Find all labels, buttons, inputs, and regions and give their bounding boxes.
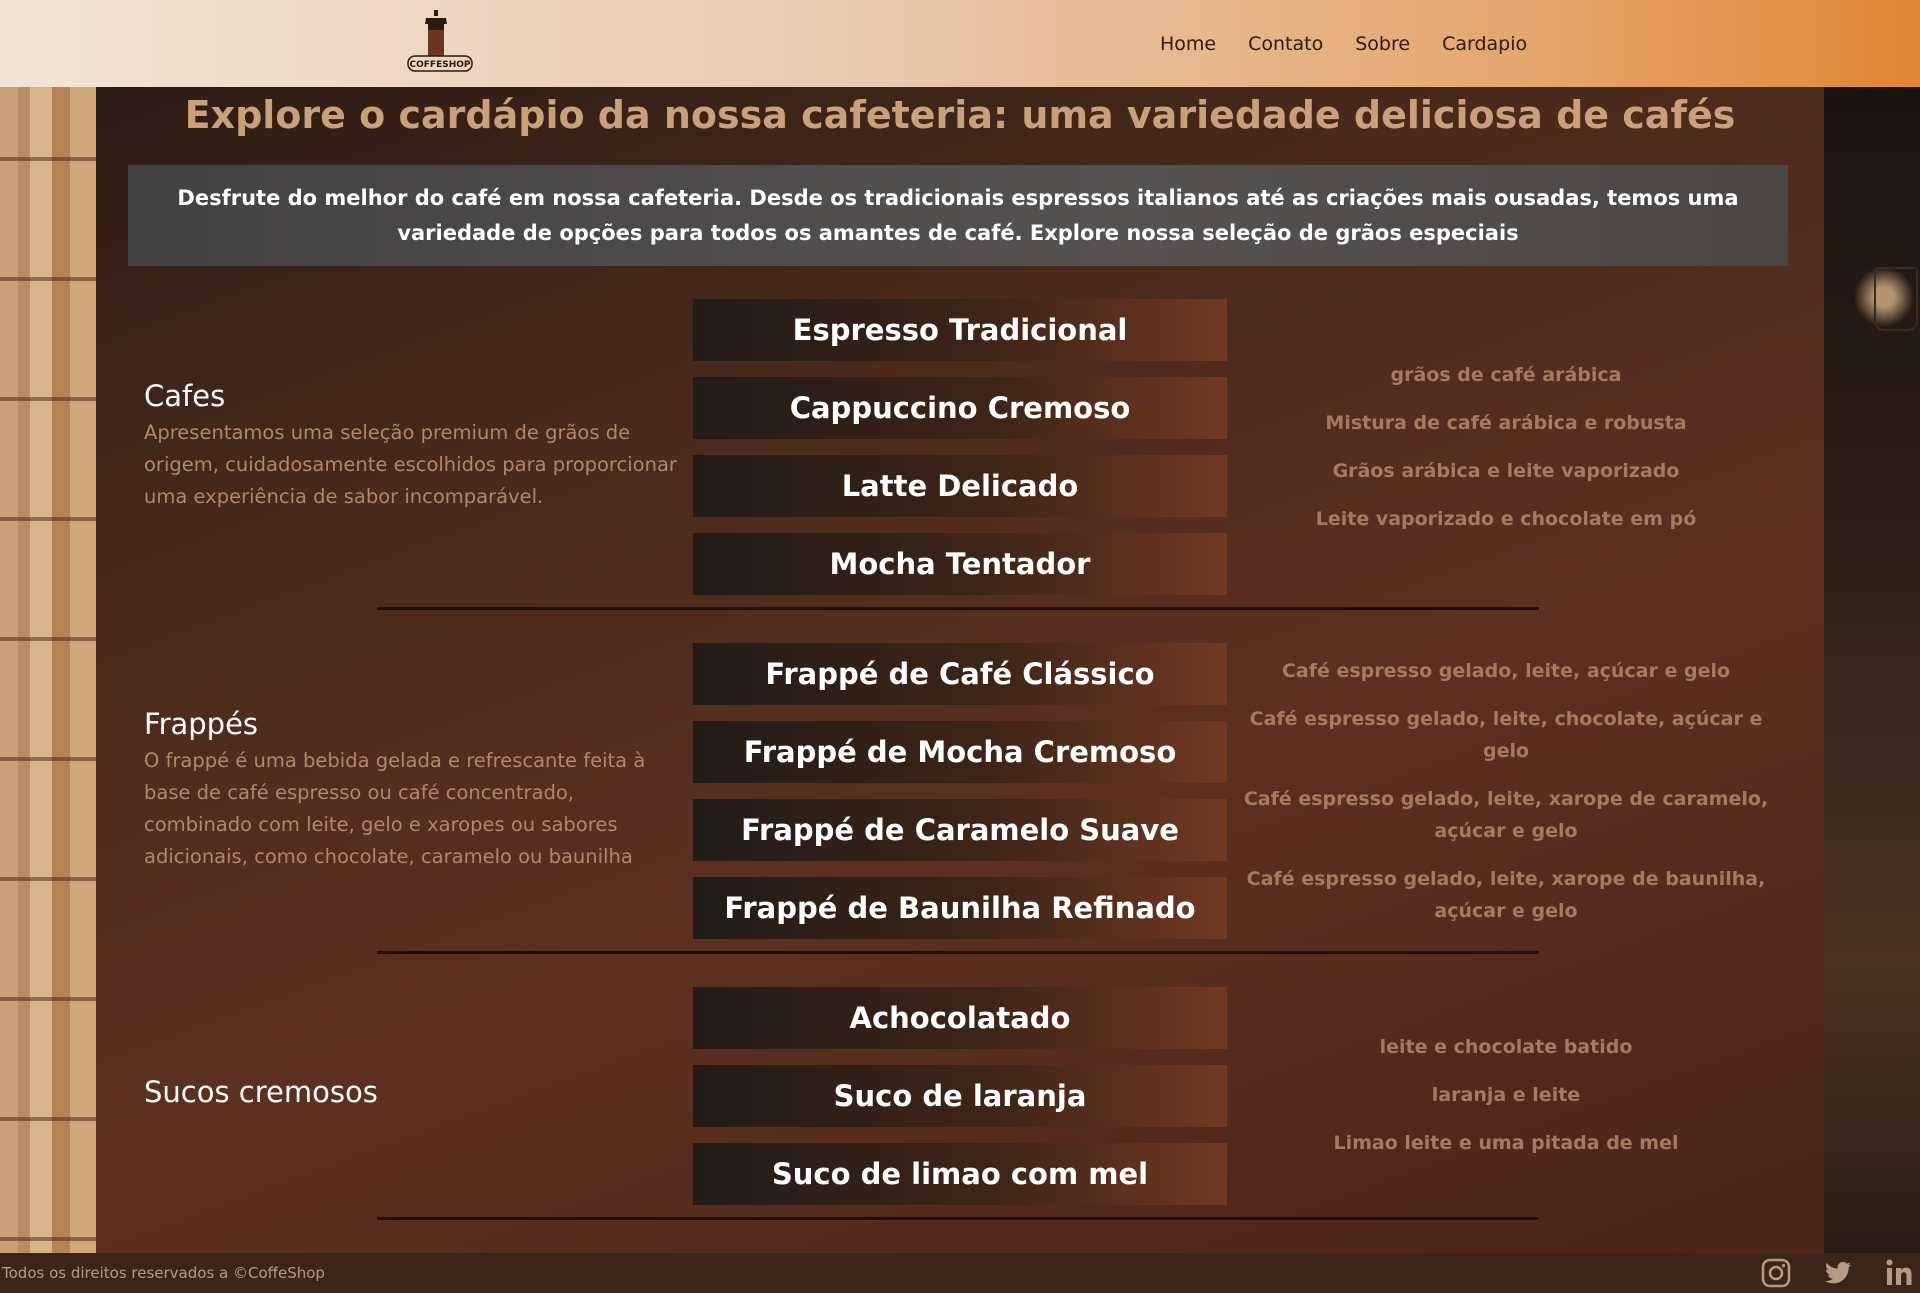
item-ingredients: grãos de café arábica <box>1390 364 1622 386</box>
intro-banner: Desfrute do melhor do café em nossa cafe… <box>128 165 1788 266</box>
page-title: Explore o cardápio da nossa cafeteria: u… <box>184 93 1736 137</box>
nav-sobre[interactable]: Sobre <box>1355 33 1410 55</box>
item-ingredients: Café espresso gelado, leite, xarope de c… <box>1243 788 1769 842</box>
linkedin-icon[interactable] <box>1884 1257 1916 1289</box>
menu-item-button[interactable]: Frappé de Baunilha Refinado <box>693 877 1227 939</box>
item-ingredients: Café espresso gelado, leite, chocolate, … <box>1249 708 1763 762</box>
item-ingredients: Limao leite e uma pitada de mel <box>1333 1132 1679 1154</box>
twitter-icon[interactable] <box>1822 1257 1854 1289</box>
section-divider <box>377 607 1539 610</box>
item-ingredients: Café espresso gelado, leite, xarope de b… <box>1246 868 1766 922</box>
menu-item-button[interactable]: Frappé de Café Clássico <box>693 643 1227 705</box>
category-title: Cafes <box>144 379 226 413</box>
wood-background-image <box>0 87 96 1253</box>
item-ingredients: Mistura de café arábica e robusta <box>1325 412 1687 434</box>
menu-item-button[interactable]: Espresso Tradicional <box>693 299 1227 361</box>
nav-contato[interactable]: Contato <box>1248 33 1323 55</box>
category-title: Frappés <box>144 707 259 741</box>
nav-cardapio[interactable]: Cardapio <box>1442 33 1527 55</box>
menu-item-button[interactable]: Frappé de Mocha Cremoso <box>693 721 1227 783</box>
main-nav: Home Contato Sobre Cardapio <box>1160 0 1527 87</box>
item-ingredients: Grãos arábica e leite vaporizado <box>1332 460 1680 482</box>
menu-item-button[interactable]: Latte Delicado <box>693 455 1227 517</box>
section-divider <box>377 1217 1539 1220</box>
menu-panel: Explore o cardápio da nossa cafeteria: u… <box>96 87 1824 1253</box>
category-title: Sucos cremosos <box>144 1075 378 1109</box>
menu-item-button[interactable]: Achocolatado <box>693 987 1227 1049</box>
category-description: O frappé é uma bebida gelada e refrescan… <box>144 749 646 868</box>
cafe-background-image <box>1824 87 1920 1253</box>
menu-item-button[interactable]: Cappuccino Cremoso <box>693 377 1227 439</box>
menu-item-button[interactable]: Suco de limao com mel <box>693 1143 1227 1205</box>
nav-home[interactable]: Home <box>1160 33 1216 55</box>
section-divider <box>377 951 1539 954</box>
item-ingredients: leite e chocolate batido <box>1379 1036 1633 1058</box>
menu-item-button[interactable]: Suco de laranja <box>693 1065 1227 1127</box>
copyright-text: Todos os direitos reservados a ©CoffeSho… <box>2 1264 325 1282</box>
coffee-shop-logo[interactable]: COFFESHOP <box>407 8 473 72</box>
instagram-icon[interactable] <box>1760 1257 1792 1289</box>
lamp-icon <box>1874 267 1918 331</box>
site-footer: Todos os direitos reservados a ©CoffeSho… <box>0 1253 1920 1293</box>
site-header: COFFESHOP Home Contato Sobre Cardapio <box>0 0 1920 87</box>
item-ingredients: Leite vaporizado e chocolate em pó <box>1315 508 1697 530</box>
item-ingredients: laranja e leite <box>1431 1084 1581 1106</box>
category-description: Apresentamos uma seleção premium de grão… <box>144 421 677 508</box>
menu-item-button[interactable]: Frappé de Caramelo Suave <box>693 799 1227 861</box>
svg-text:COFFESHOP: COFFESHOP <box>410 60 471 70</box>
item-ingredients: Café espresso gelado, leite, açúcar e ge… <box>1281 660 1731 682</box>
intro-text: Desfrute do melhor do café em nossa cafe… <box>177 185 1739 245</box>
menu-item-button[interactable]: Mocha Tentador <box>693 533 1227 595</box>
